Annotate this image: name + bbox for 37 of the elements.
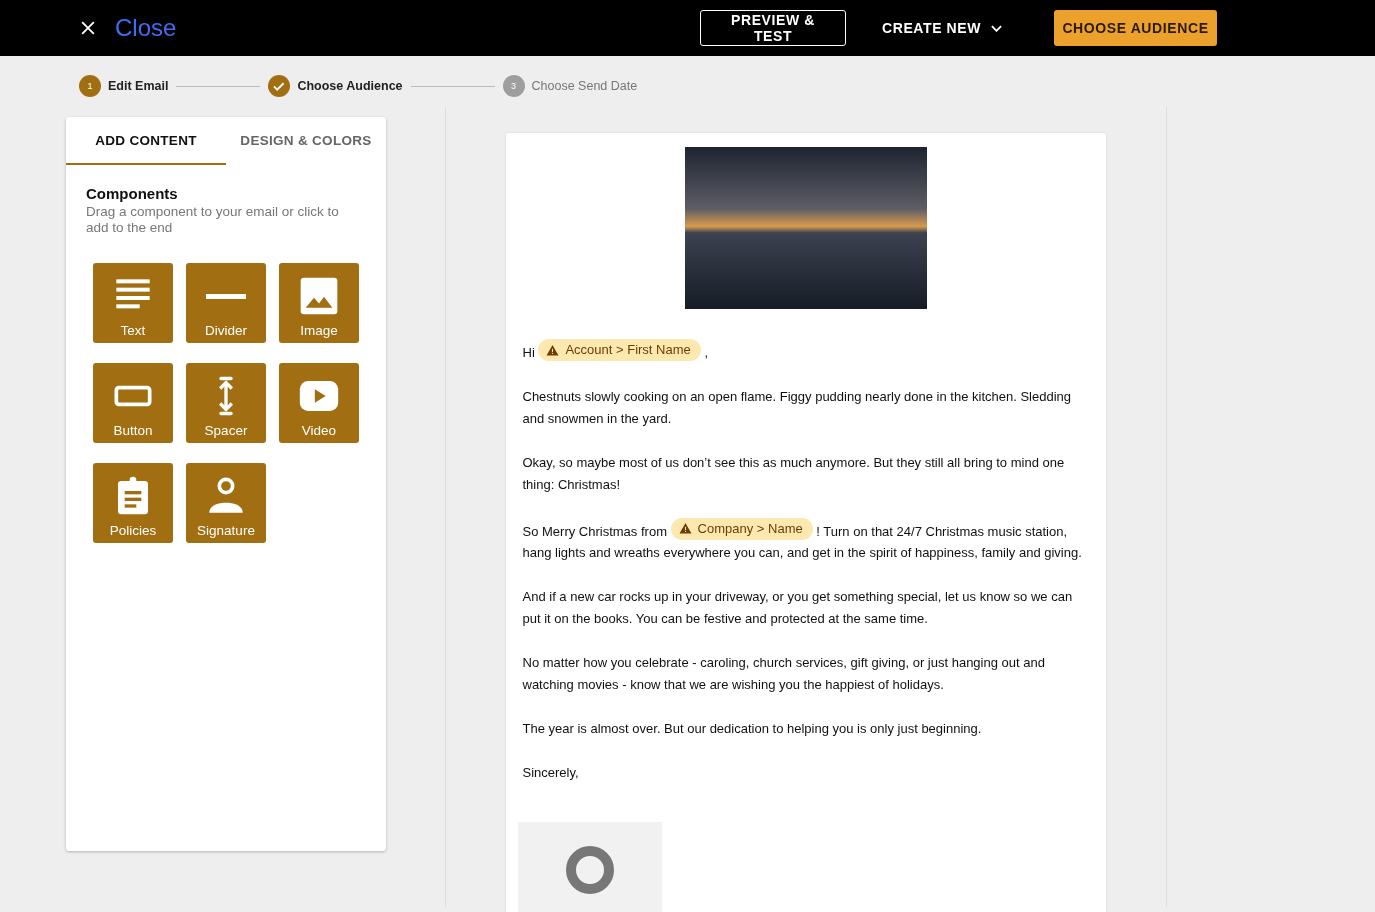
step-label: Edit Email [108,79,169,93]
email-paragraph: The year is almost over. But our dedication to helping you is only just beginning. [522,720,983,738]
create-new-button[interactable]: CREATE NEW [866,10,1026,46]
tab[interactable]: DESIGN & COLORS [226,117,386,165]
warning-icon [678,522,692,535]
section-description: Drag a component to your email or click to add to the end [86,204,340,236]
component-tile[interactable]: Video [279,363,359,443]
email-paragraph: So Merry Christmas from Company > Name ! Turn on that 24/7 Christmas music station, hang lights and wreaths everywhere you can, and get in the spirit of happiness, family and giving. [522,517,1090,564]
component-tile[interactable]: Divider [186,263,266,343]
email-paragraph: Sincerely, [522,764,580,782]
step-number: 3 [502,75,525,97]
caret-icon [991,24,1003,32]
step-label: Choose Send Date [531,79,638,93]
component-tile[interactable]: Signature [186,463,266,543]
image-icon [299,276,339,316]
component-tile[interactable]: Text [93,263,173,343]
preview-button[interactable]: PREVIEW & TEST [700,10,846,46]
email-paragraph: And if a new car rocks up in your driveway, or you get something special, let us know so we can put it on the books. You can be festive and protected at the same time. [522,588,1074,628]
step-number: 1 [79,75,101,97]
warning-icon [546,343,560,357]
merge-tag[interactable]: Account > First Name [538,339,701,361]
email-paragraph: Chestnuts slowly cooking on an open flame. Figgy pudding nearly done in the kitchen. Sledding and snowmen in the yard. [522,387,1072,428]
email-paragraph: Hi Account > First Name , [522,339,1090,364]
component-tile[interactable]: Policies [93,463,173,543]
close-button[interactable]: Close [78,14,177,42]
email-paragraph: No matter how you celebrate - caroling, church services, gift giving, or just hanging out and watching movies - know that we are wishing you the happiest of holidays. [522,654,1046,694]
avatar-ring-icon [566,846,614,894]
choose-audience-button[interactable]: CHOOSE AUDIENCE [1054,10,1217,46]
component-tile[interactable]: Spacer [186,363,266,443]
step-label: Choose Audience [297,79,403,93]
component-tile[interactable]: Image [279,263,359,343]
merge-tag[interactable]: Company > Name [670,517,813,540]
component-tile[interactable]: Button [93,363,173,443]
section-heading: Components [86,185,179,202]
email-paragraph: Okay, so maybe most of us don’t see this as much anymore. But they still all bring to mind one thing: Christmas! [522,453,1066,494]
tab[interactable]: ADD CONTENT [66,117,226,165]
person-icon [206,476,246,516]
